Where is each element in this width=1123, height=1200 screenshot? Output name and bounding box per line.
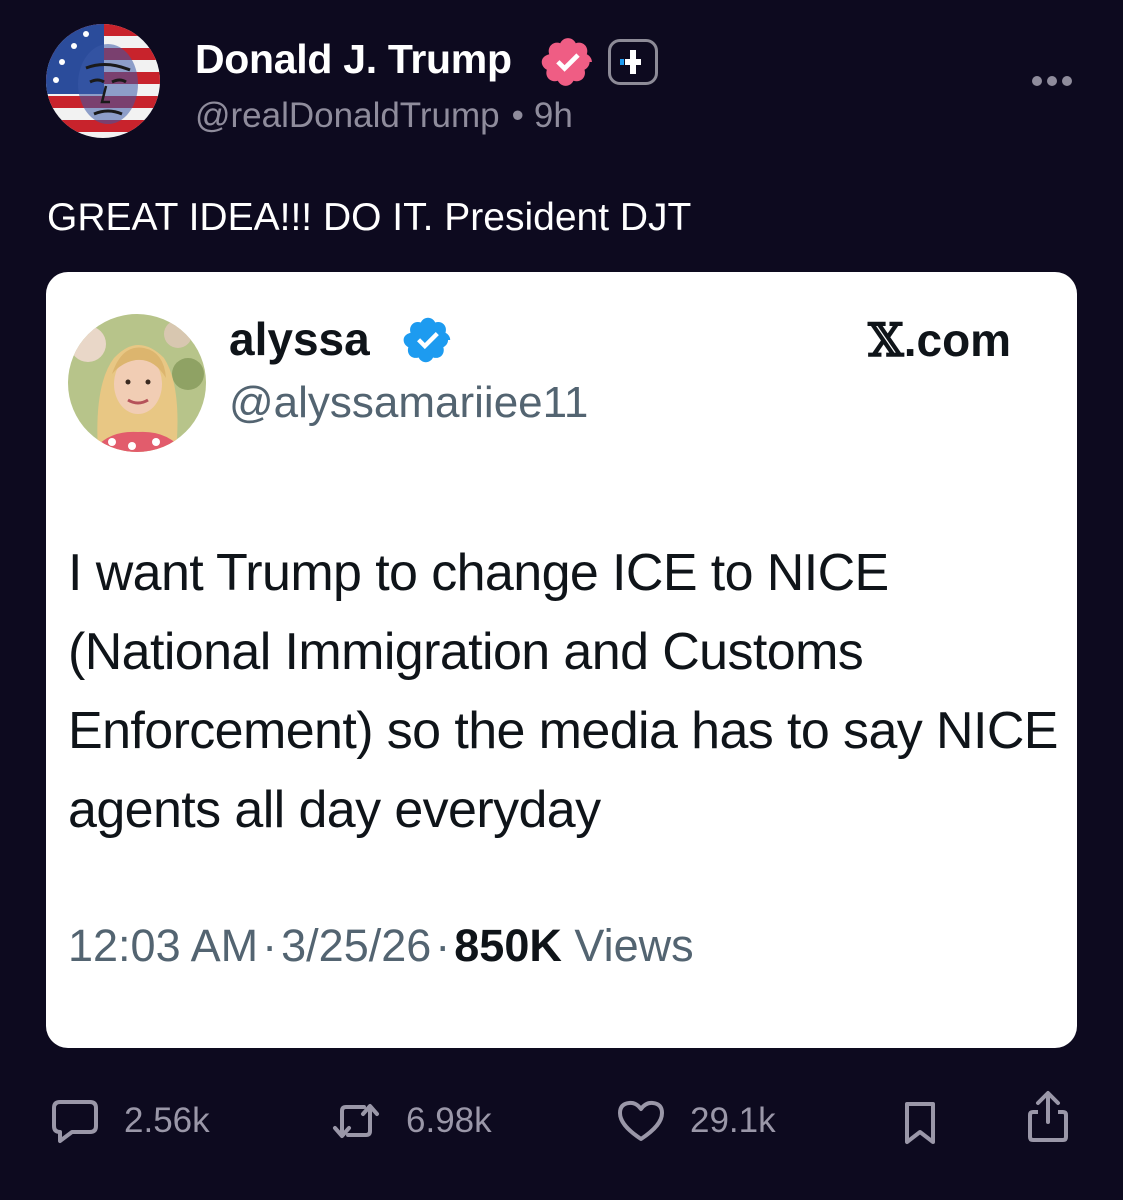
like-count: 29.1k [690, 1101, 776, 1140]
bookmark-icon [905, 1102, 935, 1144]
share-icon [1028, 1091, 1068, 1142]
more-dots-icon[interactable] [1030, 72, 1074, 90]
post-time[interactable]: 9h [534, 96, 573, 135]
x-logo: 𝕏 [868, 313, 904, 367]
repost-button[interactable]: 6.98k [330, 1096, 492, 1146]
quoted-author-name[interactable]: alyssa [229, 312, 370, 366]
repost-arrows-icon [333, 1104, 379, 1138]
reply-bubble-icon [52, 1100, 98, 1143]
reply-button[interactable]: 2.56k [50, 1096, 210, 1146]
quoted-author-avatar[interactable] [68, 314, 206, 452]
verified-badge-icon [540, 34, 596, 90]
author-handle[interactable]: @realDonaldTrump [195, 96, 500, 135]
quoted-post-date: 3/25/26 [281, 920, 432, 971]
post: Donald J. Trump @realDonaldTrump • 9h GREA… [0, 0, 1123, 1200]
like-button[interactable]: 29.1k [616, 1096, 776, 1146]
views-count: 850K [454, 920, 562, 971]
quoted-post-text: I want Trump to change ICE to NICE (Nati… [68, 544, 1058, 839]
heart-icon [618, 1100, 664, 1141]
post-text: GREAT IDEA!!! DO IT. President DJT [47, 196, 692, 239]
verified-badge-icon [402, 314, 454, 366]
author-avatar[interactable] [46, 24, 160, 138]
source-domain: .com [903, 314, 1012, 366]
share-button[interactable] [1026, 1091, 1070, 1142]
views-label: Views [574, 920, 694, 971]
reply-count: 2.56k [124, 1101, 210, 1140]
meta-separator: · [435, 920, 451, 971]
quoted-post-card[interactable]: alyssa @alyssamariiee11 𝕏.com I want Tru… [46, 272, 1077, 1048]
separator-dot: • [511, 96, 524, 135]
quoted-author-handle[interactable]: @alyssamariiee11 [229, 378, 588, 428]
repost-count: 6.98k [406, 1101, 492, 1140]
quoted-post-meta: 12:03 AM·3/25/26·850K Views [68, 920, 694, 972]
plus-badge-icon [608, 39, 658, 85]
meta-separator: · [262, 920, 278, 971]
bookmark-button[interactable] [902, 1098, 938, 1148]
quoted-post-time: 12:03 AM [68, 920, 259, 971]
source-label[interactable]: 𝕏.com [868, 313, 1011, 367]
author-handle-line: @realDonaldTrump • 9h [195, 96, 573, 136]
author-name[interactable]: Donald J. Trump [195, 36, 512, 83]
